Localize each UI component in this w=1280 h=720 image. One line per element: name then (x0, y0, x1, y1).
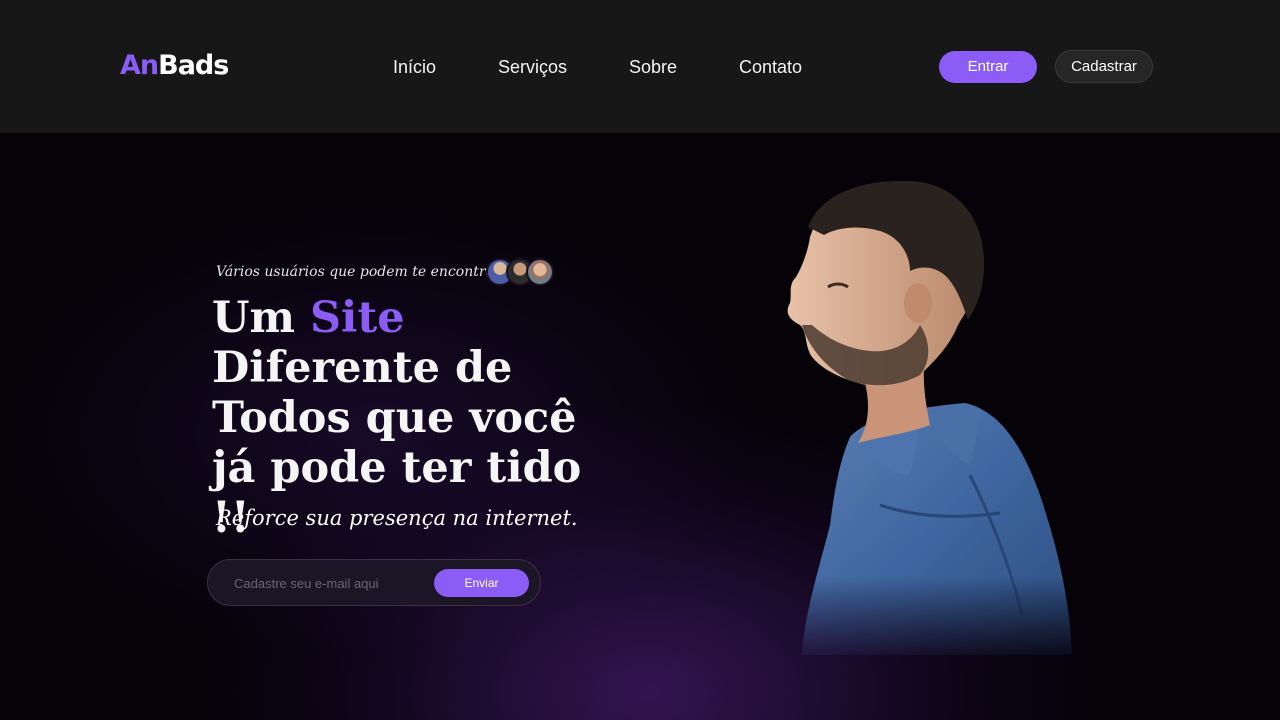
nav-servicos[interactable]: Serviços (498, 55, 567, 79)
logo[interactable]: AnBads (120, 48, 229, 84)
hero-person-image (787, 180, 1072, 655)
users-tagline: Vários usuários que podem te encontrar (216, 264, 501, 280)
nav-contato[interactable]: Contato (739, 55, 802, 79)
site-header: AnBads Início Serviços Sobre Contato Ent… (0, 0, 1280, 133)
send-button[interactable]: Enviar (434, 569, 529, 597)
user-avatars (486, 258, 556, 288)
nav-inicio[interactable]: Início (393, 55, 436, 79)
newsletter-form: Enviar (207, 559, 541, 606)
logo-accent: An (120, 50, 159, 81)
headline-part-1: Um (212, 293, 310, 343)
user-avatar-3-icon (526, 258, 554, 286)
email-input[interactable] (234, 572, 424, 594)
login-button[interactable]: Entrar (939, 51, 1037, 83)
logo-rest: Bads (158, 50, 229, 81)
hero-subtitle: Reforce sua presença na internet. (216, 506, 578, 530)
headline-accent: Site (309, 293, 405, 343)
nav-sobre[interactable]: Sobre (629, 55, 677, 79)
signup-button[interactable]: Cadastrar (1055, 50, 1153, 83)
